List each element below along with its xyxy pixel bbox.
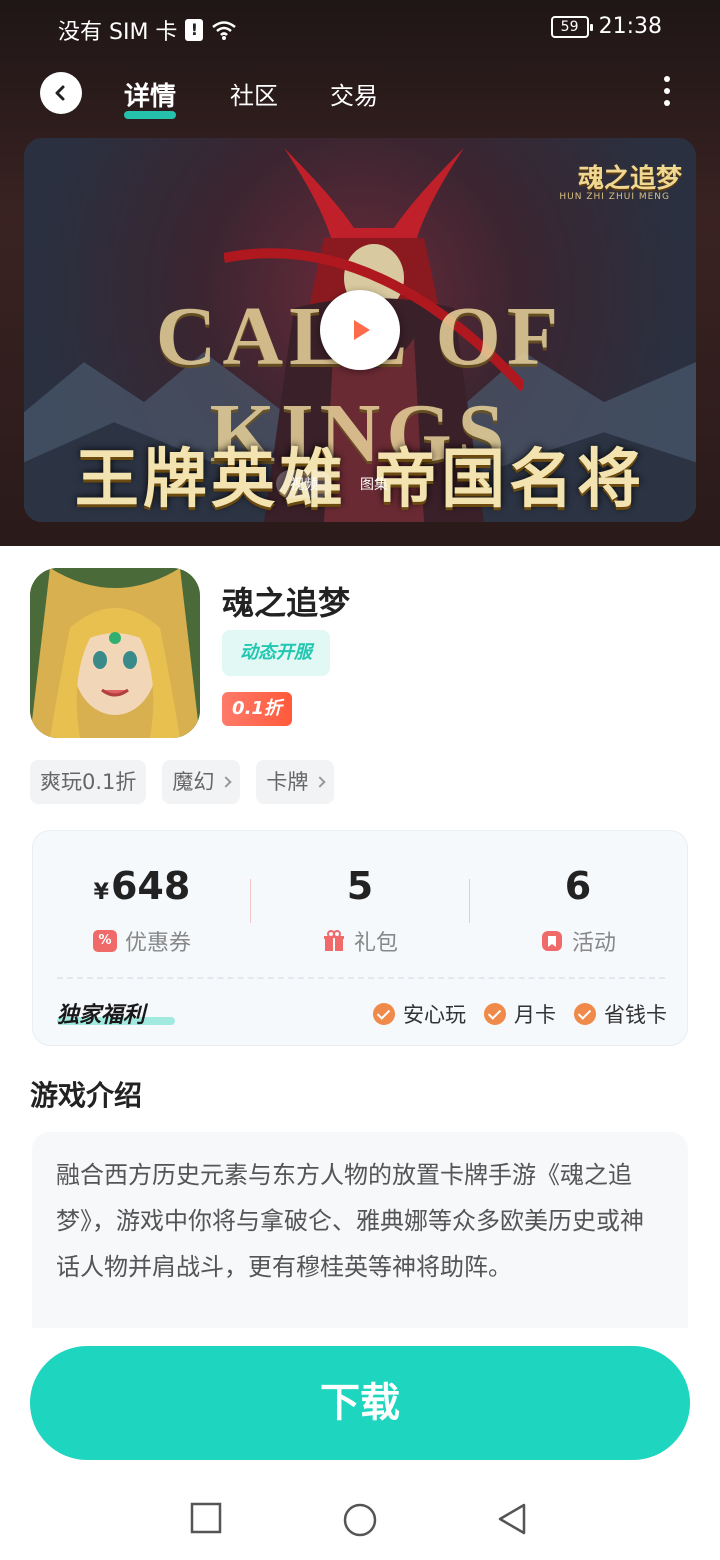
carrier-text: 没有 SIM 卡 [58,20,178,45]
status-right: 59 21:38 [550,14,662,39]
recent-apps-icon[interactable] [190,1502,222,1534]
benefit-label: 月卡 [514,1003,556,1027]
banner-game-logo-pinyin: HUN ZHI ZHUI MENG [559,192,670,202]
benefit-label: 省钱卡 [604,1003,667,1027]
media-tab-video[interactable]: 视频 [276,470,332,498]
battery-icon: 59 [550,15,593,38]
check-icon [484,1003,506,1025]
game-app-icon [30,568,200,738]
tab-details-label: 详情 [124,82,177,112]
top-nav-bar: 详情 社区 交易 [0,62,720,126]
status-left: 没有 SIM 卡 ! [58,14,237,46]
check-icon [574,1003,596,1025]
no-sim-icon: ! [185,19,204,41]
back-triangle-icon[interactable] [496,1502,528,1536]
stat-gifts[interactable]: 5 礼包 [251,861,469,957]
stat-label-text: 优惠券 [124,931,191,956]
currency-symbol: ¥ [93,880,109,905]
game-title: 魂之追梦 [222,584,351,622]
benefit-item: 安心玩 [373,999,466,1029]
tab-trade[interactable]: 交易 [330,76,378,111]
media-tabs: 视频 图集 [276,470,402,498]
stat-coupons[interactable]: ¥648 % 优惠券 [33,861,251,957]
home-icon[interactable] [342,1502,378,1538]
banner-game-logo: 魂之追梦 [577,164,682,194]
coupon-value: 648 [110,864,191,908]
chip-label: 魔幻 [172,770,215,794]
active-tab-indicator [124,111,176,119]
game-banner[interactable]: CALL OF KINGS 王牌英雄 帝国名将 魂之追梦 HUN ZHI ZHU… [24,138,696,522]
chip-label: 爽玩0.1折 [40,770,137,794]
intro-box[interactable]: 融合西方历史元素与东方人物的放置卡牌手游《魂之追梦》，游戏中你将与拿破仑、雅典娜… [32,1132,688,1328]
more-vertical-icon[interactable] [664,76,672,106]
tab-details[interactable]: 详情 [124,76,177,119]
chevron-right-icon [220,776,233,788]
benefits-list[interactable]: 安心玩 月卡 省钱卡 [373,999,667,1029]
stat-label-text: 礼包 [353,931,398,956]
gift-value: 5 [346,864,374,908]
exclusive-benefits-label: 独家福利 [57,1003,146,1028]
chip-card[interactable]: 卡牌 [256,760,335,804]
chevron-right-icon [314,776,327,788]
status-bar: 没有 SIM 卡 ! 59 21:38 [0,0,720,56]
dynamic-server-tag: 动态开服 [222,630,330,676]
stat-label-text: 活动 [571,931,616,956]
welfare-card: ¥648 % 优惠券 5 礼包 6 活动 独家福利 安心玩 月卡 省钱卡 [32,830,688,1046]
stat-label: % 优惠券 [33,925,251,957]
game-tags: 爽玩0.1折 魔幻 卡牌 [30,760,335,804]
chevron-left-icon [55,85,65,101]
gift-icon [323,930,344,951]
benefit-item: 省钱卡 [574,999,667,1029]
stat-activities[interactable]: 6 活动 [469,861,687,957]
discount-tag: 0.1折 [222,692,292,726]
dashed-divider [57,977,665,979]
benefit-item: 月卡 [484,999,556,1029]
system-navigation-bar [0,1478,720,1560]
stat-value: ¥648 [33,861,251,911]
game-icon-artwork [30,568,200,738]
back-button[interactable] [40,72,82,114]
check-icon [373,1003,395,1025]
download-bar: 下载 [0,1328,720,1478]
play-video-button[interactable] [320,290,400,370]
play-icon [354,320,370,340]
media-tab-gallery[interactable]: 图集 [346,470,402,498]
chip-label: 卡牌 [266,770,309,794]
stat-label: 礼包 [251,925,469,957]
activity-icon [541,931,562,951]
chip-discount-play[interactable]: 爽玩0.1折 [30,760,147,804]
wifi-icon [212,21,237,40]
activity-value: 6 [564,864,592,908]
tab-community[interactable]: 社区 [230,76,278,111]
clock-text: 21:38 [598,14,662,39]
intro-section-title: 游戏介绍 [30,1079,143,1112]
download-button[interactable]: 下载 [30,1346,690,1460]
coupon-icon: % [92,930,117,952]
chip-fantasy[interactable]: 魔幻 [162,760,241,804]
benefit-label: 安心玩 [403,1003,466,1027]
stat-label: 活动 [469,925,687,957]
intro-text: 融合西方历史元素与东方人物的放置卡牌手游《魂之追梦》，游戏中你将与拿破仑、雅典娜… [56,1161,644,1281]
